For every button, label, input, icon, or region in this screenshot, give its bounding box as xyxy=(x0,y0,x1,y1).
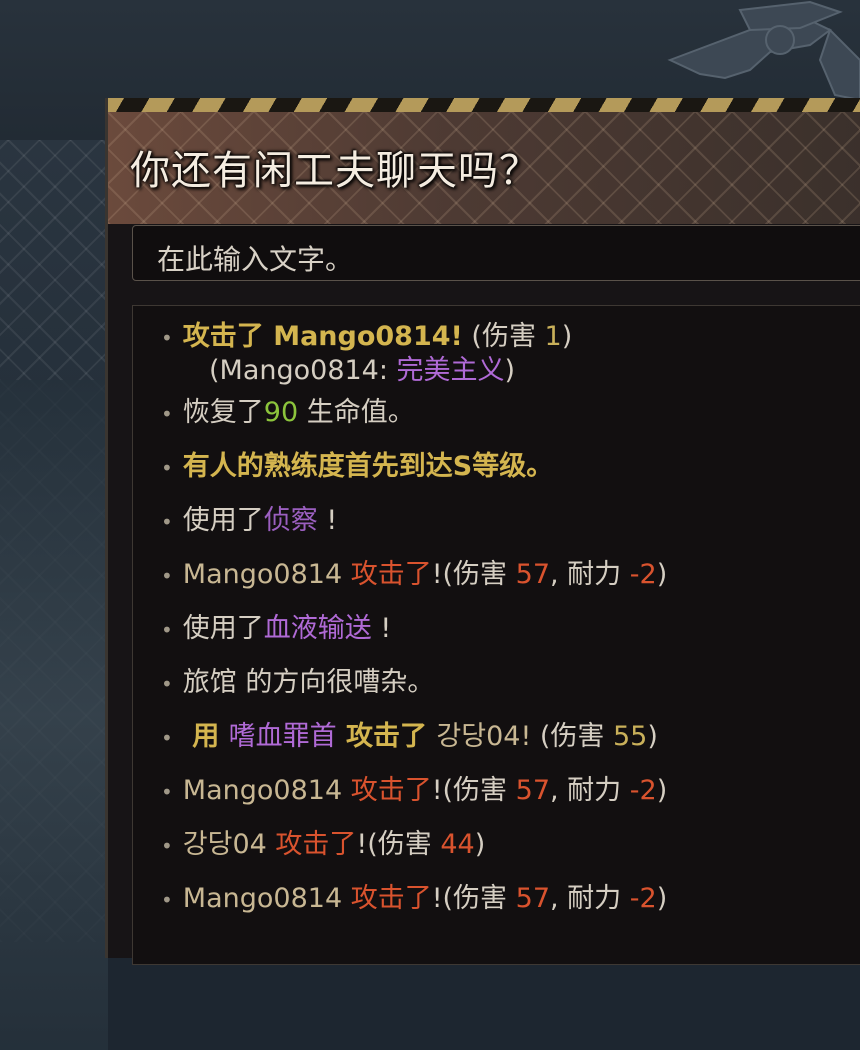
bullet-icon: • xyxy=(161,887,173,912)
bullet-icon: • xyxy=(161,725,173,750)
chat-log-entry: • 恢复了90 生命值。 xyxy=(161,390,415,429)
chat-text-segment: , 耐力 xyxy=(550,775,630,806)
chat-text-segment: ) xyxy=(561,321,573,352)
bullet-icon: • xyxy=(161,617,173,642)
game-background-fence xyxy=(0,140,110,1050)
chat-text-segment: 攻击了 xyxy=(350,775,432,806)
chat-input[interactable]: 在此输入文字。 xyxy=(132,225,860,281)
bullet-icon: • xyxy=(161,325,173,350)
chat-text-segment: 攻击了 xyxy=(336,721,437,752)
chat-log-entry: • 使用了侦察 ! xyxy=(161,498,337,537)
background-scenery xyxy=(0,380,108,1050)
bullet-icon: • xyxy=(161,671,173,696)
chat-text-segment: 侦察 xyxy=(263,505,318,536)
chat-text-segment: (伤害 xyxy=(531,721,613,752)
chat-text-segment: 完美主义 xyxy=(396,355,505,386)
chat-log[interactable]: • 攻击了 Mango0814! (伤害 1) (Mango0814: 完美主义) •… xyxy=(132,305,860,965)
chat-text-segment: 攻击了 xyxy=(350,559,432,590)
chat-text-segment: -2 xyxy=(629,775,657,806)
chat-text-segment: 57 xyxy=(515,883,551,914)
chat-log-subline: (Mango0814: 完美主义) xyxy=(209,348,515,387)
chat-text-segment: 用 xyxy=(182,721,229,752)
chat-text-segment: 강당04! xyxy=(436,721,532,752)
chat-text-segment: ! xyxy=(371,613,392,644)
chat-text-segment: 44 xyxy=(440,829,475,860)
chat-dialog: 你还有闲工夫聊天吗？ 在此输入文字。 • 攻击了 Mango0814! (伤害 1… xyxy=(105,98,860,965)
chat-text-segment: 生命值。 xyxy=(298,397,415,428)
chat-text-segment: 使用了 xyxy=(182,613,264,644)
chat-text-segment: ) xyxy=(656,883,668,914)
chat-log-entry: • 攻击了 Mango0814! (伤害 1) (Mango0814: 完美主义) xyxy=(161,314,573,387)
chat-text-segment: !(伤害 xyxy=(356,829,441,860)
chat-log-entry: • 有人的熟练度首先到达S等级。 xyxy=(161,444,553,483)
chat-log-entry: • Mango0814 攻击了!(伤害 57, 耐力 -2) xyxy=(161,552,667,591)
chat-text-segment: ) xyxy=(647,721,658,752)
chat-text-segment: Mango0814 xyxy=(182,775,351,806)
chat-text-segment: !(伤害 xyxy=(431,883,516,914)
chat-log-entry: • 강당04 攻击了!(伤害 44) xyxy=(161,822,485,861)
chat-text-segment: 嗜血罪首 xyxy=(228,721,337,752)
chat-log-entry: • Mango0814 攻击了!(伤害 57, 耐力 -2) xyxy=(161,768,667,807)
chat-text-segment: !(伤害 xyxy=(431,559,516,590)
chat-text-segment: , 耐力 xyxy=(550,883,630,914)
bullet-icon: • xyxy=(161,833,173,858)
bullet-icon: • xyxy=(161,509,173,534)
bullet-icon: • xyxy=(161,563,173,588)
revolver-decoration-icon xyxy=(667,0,860,100)
bullet-icon: • xyxy=(161,779,173,804)
chat-text-segment: 90 xyxy=(263,397,299,428)
chat-text-segment: 攻击了 xyxy=(350,883,432,914)
chat-text-segment: 55 xyxy=(613,721,648,752)
chat-text-segment: 血液输送 xyxy=(263,613,372,644)
chat-text-segment: (Mango0814: xyxy=(209,355,397,386)
chat-text-segment: 강당04 xyxy=(182,829,276,860)
chat-text-segment: 57 xyxy=(515,775,551,806)
dialog-title: 你还有闲工夫聊天吗？ xyxy=(130,148,540,194)
chat-log-entry: • 用 嗜血罪首 攻击了 강당04! (伤害 55) xyxy=(161,714,658,753)
chat-text-segment: 攻击了 xyxy=(275,829,357,860)
bullet-icon: • xyxy=(161,455,173,480)
chat-text-segment: ) xyxy=(656,775,668,806)
chat-text-segment: -2 xyxy=(629,883,657,914)
chat-text-segment: , 耐力 xyxy=(550,559,630,590)
chat-text-segment: ! xyxy=(317,505,338,536)
chat-text-segment: Mango0814 xyxy=(182,559,351,590)
chat-text-segment: 有人的熟练度首先到达S等级。 xyxy=(182,451,554,482)
chat-input-placeholder: 在此输入文字。 xyxy=(157,243,354,276)
chat-text-segment: 57 xyxy=(515,559,551,590)
chat-text-segment: 旅馆 的方向很嘈杂。 xyxy=(182,667,435,698)
chat-text-segment: -2 xyxy=(629,559,657,590)
chat-text-segment: 使用了 xyxy=(182,505,264,536)
chat-text-segment: ) xyxy=(474,829,486,860)
dialog-header: 你还有闲工夫聊天吗？ xyxy=(108,112,860,224)
chat-text-segment: ) xyxy=(656,559,668,590)
chat-text-segment: Mango0814 xyxy=(182,883,351,914)
bullet-icon: • xyxy=(161,401,173,426)
chat-text-segment: 恢复了 xyxy=(182,397,264,428)
chat-text-segment: !(伤害 xyxy=(431,775,516,806)
chat-log-entry: • Mango0814 攻击了!(伤害 57, 耐力 -2) xyxy=(161,876,667,915)
chat-text-segment: 1 xyxy=(544,321,562,352)
chat-log-entry: • 旅馆 的方向很嘈杂。 xyxy=(161,660,434,699)
chat-log-entry: • 使用了血液输送 ! xyxy=(161,606,391,645)
chat-text-segment: ) xyxy=(504,355,516,386)
